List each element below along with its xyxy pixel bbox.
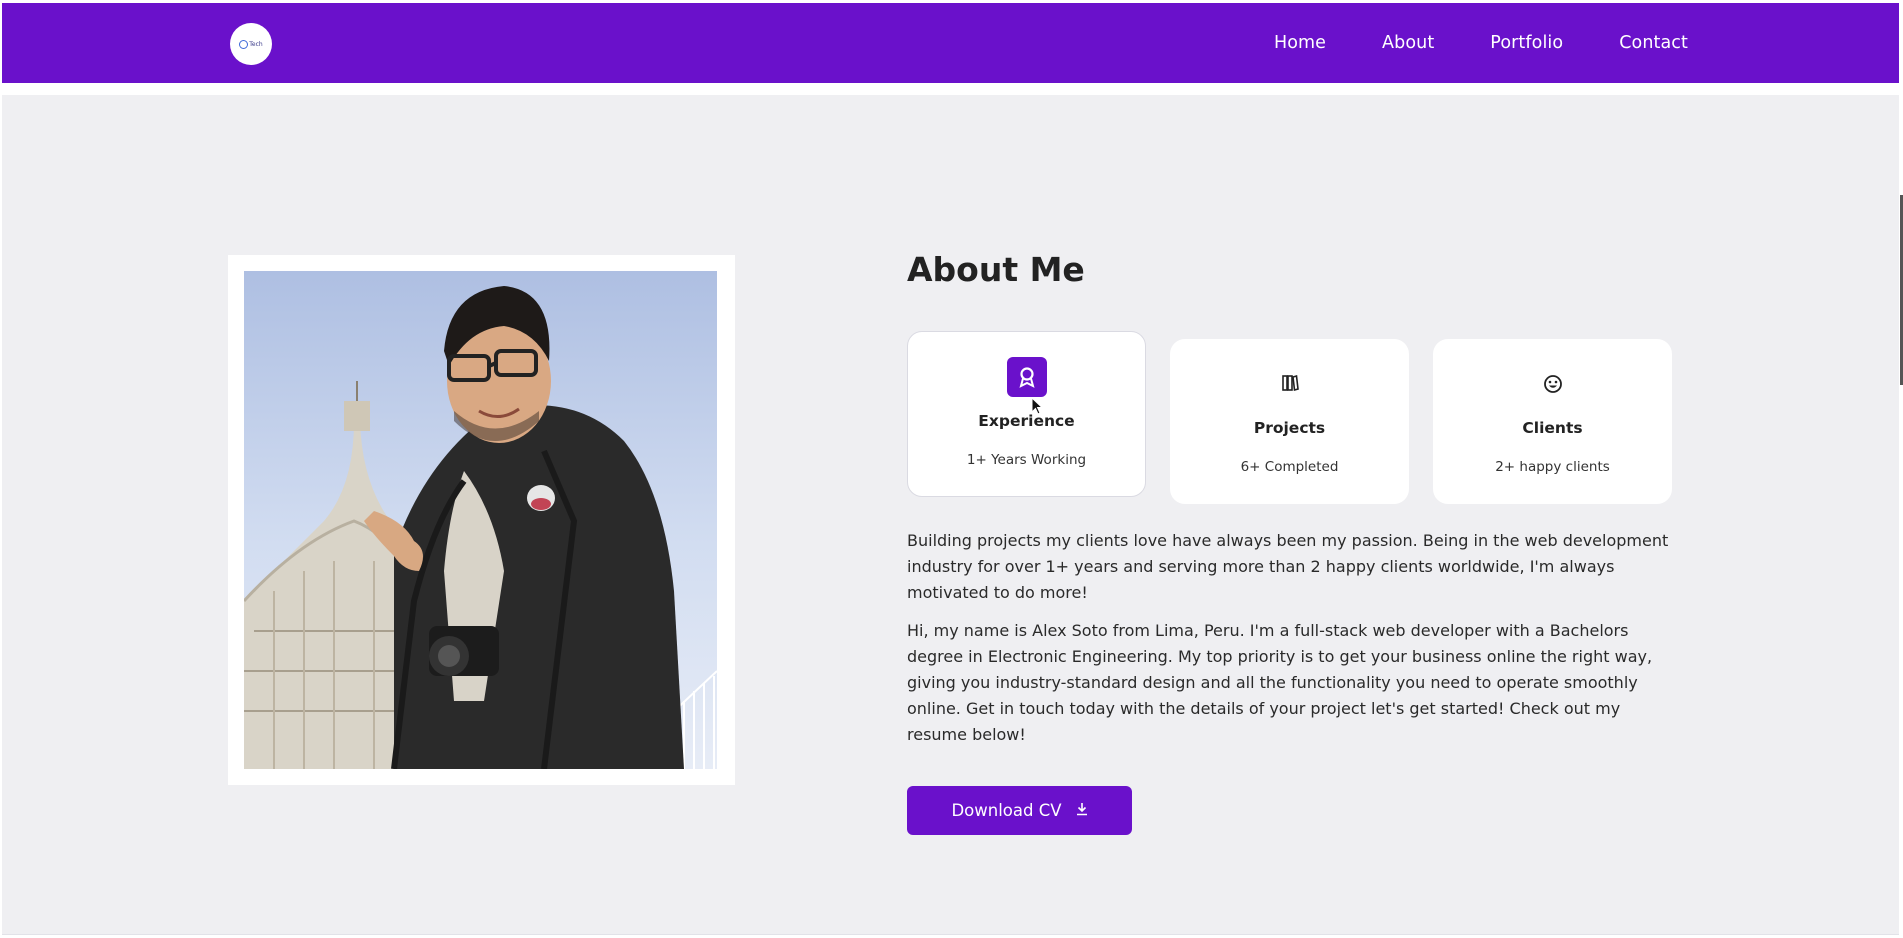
download-cv-button[interactable]: Download CV	[907, 786, 1132, 835]
nav-links: Home About Portfolio Contact	[1274, 3, 1688, 83]
projects-icon-wrap	[1170, 374, 1409, 397]
experience-card[interactable]: Experience 1+ Years Working	[907, 331, 1146, 497]
clients-subtitle: 2+ happy clients	[1495, 459, 1610, 475]
mouse-cursor-icon	[1031, 396, 1045, 422]
download-icon	[1076, 801, 1088, 820]
experience-title: Experience	[978, 412, 1075, 430]
projects-card[interactable]: Projects 6+ Completed	[1170, 339, 1409, 504]
projects-subtitle: 6+ Completed	[1240, 459, 1339, 475]
about-title: About Me	[907, 250, 1085, 289]
nav-link-contact[interactable]: Contact	[1619, 33, 1688, 53]
experience-icon-wrap	[908, 357, 1145, 397]
clients-card[interactable]: Clients 2+ happy clients	[1433, 339, 1672, 504]
award-icon	[1006, 357, 1047, 397]
nav-link-portfolio[interactable]: Portfolio	[1490, 33, 1563, 53]
books-icon	[1281, 374, 1299, 397]
nav-link-about[interactable]: About	[1382, 33, 1434, 53]
site-logo[interactable]: Tech	[230, 23, 272, 65]
clients-icon-wrap	[1433, 374, 1672, 399]
experience-subtitle: 1+ Years Working	[966, 452, 1087, 468]
about-paragraph-2: Hi, my name is Alex Soto from Lima, Peru…	[907, 621, 1653, 744]
logo-globe-icon	[239, 39, 249, 49]
nav-link-home[interactable]: Home	[1274, 33, 1326, 53]
profile-photo	[244, 271, 717, 769]
projects-title: Projects	[1253, 419, 1326, 437]
clients-title: Clients	[1522, 419, 1583, 437]
navbar: Tech Home About Portfolio Contact	[2, 3, 1899, 83]
about-paragraph-1: Building projects my clients love have a…	[907, 531, 1669, 602]
download-cv-label: Download CV	[951, 801, 1062, 820]
logo-mark: Tech	[239, 39, 263, 49]
profile-photo-frame	[228, 255, 735, 785]
smile-icon	[1543, 374, 1563, 399]
logo-text: Tech	[249, 40, 263, 48]
